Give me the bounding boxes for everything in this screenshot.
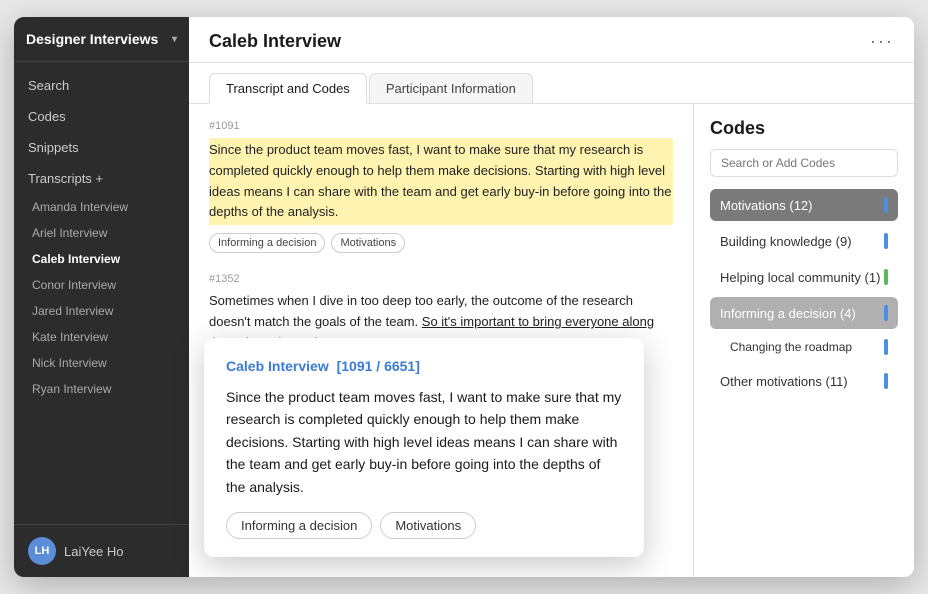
code-item-motivations[interactable]: Motivations (12) <box>710 189 898 221</box>
popup-title: Caleb Interview <box>226 358 329 374</box>
sidebar-transcript-kate[interactable]: Kate Interview <box>14 324 189 350</box>
codes-search-input[interactable] <box>710 149 898 177</box>
sidebar-transcript-amanda[interactable]: Amanda Interview <box>14 194 189 220</box>
app-container: Designer Interviews ▾ Search Codes Snipp… <box>14 17 914 577</box>
tag-informing[interactable]: Informing a decision <box>209 233 325 253</box>
sidebar-item-snippets[interactable]: Snippets <box>14 132 189 163</box>
avatar: LH <box>28 537 56 565</box>
entry-number: #1352 <box>209 273 673 285</box>
user-name: LaiYee Ho <box>64 544 124 559</box>
sidebar-transcript-jared[interactable]: Jared Interview <box>14 298 189 324</box>
popup-header: Caleb Interview [1091 / 6651] <box>226 358 622 374</box>
main-header: Caleb Interview ··· <box>189 17 914 63</box>
sidebar-transcript-caleb[interactable]: Caleb Interview <box>14 246 189 272</box>
popup-card: Caleb Interview [1091 / 6651] Since the … <box>204 338 644 557</box>
sidebar-item-codes[interactable]: Codes <box>14 101 189 132</box>
code-label: Building knowledge (9) <box>720 234 852 249</box>
code-bar-blue <box>884 305 888 321</box>
popup-ref: [1091 / 6651] <box>337 358 420 374</box>
code-label: Changing the roadmap <box>730 340 852 354</box>
code-label: Informing a decision (4) <box>720 306 856 321</box>
popup-tag-informing[interactable]: Informing a decision <box>226 512 372 539</box>
code-bar-blue <box>884 233 888 249</box>
codes-panel: Codes Motivations (12) Building knowledg… <box>694 104 914 577</box>
tab-transcript-codes[interactable]: Transcript and Codes <box>209 73 367 104</box>
code-item-informing-decision[interactable]: Informing a decision (4) <box>710 297 898 329</box>
code-bar-green <box>884 269 888 285</box>
code-bar-blue <box>884 197 888 213</box>
code-label: Motivations (12) <box>720 198 812 213</box>
code-label: Helping local community (1) <box>720 270 880 285</box>
popup-tag-motivations[interactable]: Motivations <box>380 512 476 539</box>
project-name: Designer Interviews <box>26 31 158 47</box>
entry-text: Since the product team moves fast, I wan… <box>209 138 673 225</box>
sidebar-footer: LH LaiYee Ho <box>14 524 189 577</box>
sidebar: Designer Interviews ▾ Search Codes Snipp… <box>14 17 189 577</box>
code-bar-blue <box>884 373 888 389</box>
sidebar-transcript-conor[interactable]: Conor Interview <box>14 272 189 298</box>
codes-title: Codes <box>710 118 898 139</box>
code-bar-blue <box>884 339 888 355</box>
entry-number: #1091 <box>209 120 673 132</box>
sidebar-header[interactable]: Designer Interviews ▾ <box>14 17 189 62</box>
more-options-button[interactable]: ··· <box>870 31 894 52</box>
code-item-other-motivations[interactable]: Other motivations (11) <box>710 365 898 397</box>
sidebar-transcript-ariel[interactable]: Ariel Interview <box>14 220 189 246</box>
sidebar-transcript-nick[interactable]: Nick Interview <box>14 350 189 376</box>
table-row: #1091 Since the product team moves fast,… <box>209 120 673 253</box>
sidebar-nav: Search Codes Snippets Transcripts + Aman… <box>14 62 189 410</box>
code-item-helping-community[interactable]: Helping local community (1) <box>710 261 898 293</box>
sidebar-transcript-ryan[interactable]: Ryan Interview <box>14 376 189 402</box>
page-title: Caleb Interview <box>209 31 341 52</box>
popup-text: Since the product team moves fast, I wan… <box>226 386 622 498</box>
sidebar-item-search[interactable]: Search <box>14 70 189 101</box>
chevron-down-icon: ▾ <box>172 34 177 45</box>
code-item-building-knowledge[interactable]: Building knowledge (9) <box>710 225 898 257</box>
tab-bar: Transcript and Codes Participant Informa… <box>189 63 914 104</box>
code-label: Other motivations (11) <box>720 374 848 389</box>
tab-participant-info[interactable]: Participant Information <box>369 73 533 103</box>
popup-tags: Informing a decision Motivations <box>226 512 622 539</box>
tag-motivations[interactable]: Motivations <box>331 233 405 253</box>
code-item-changing-roadmap[interactable]: Changing the roadmap <box>710 333 898 361</box>
entry-tags: Informing a decision Motivations <box>209 233 673 253</box>
sidebar-item-transcripts[interactable]: Transcripts + <box>14 163 189 194</box>
